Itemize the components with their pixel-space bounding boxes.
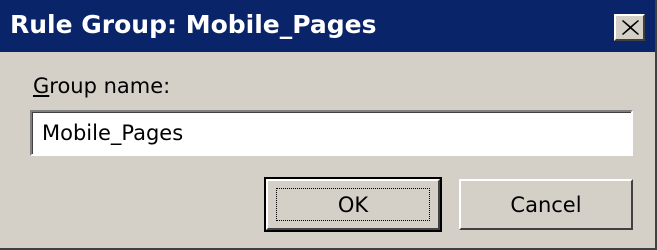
ok-button[interactable]: OK	[264, 177, 442, 232]
cancel-button-label: Cancel	[510, 192, 582, 217]
group-name-input[interactable]	[30, 110, 633, 156]
close-icon	[622, 20, 639, 35]
title-bar[interactable]: Rule Group: Mobile_Pages	[0, 0, 655, 52]
group-name-label-accelerator: G	[33, 74, 50, 98]
dialog-title: Rule Group: Mobile_Pages	[10, 10, 377, 39]
focus-rectangle	[276, 188, 430, 221]
group-name-label: Group name:	[33, 72, 170, 100]
cancel-button[interactable]: Cancel	[459, 179, 633, 230]
close-button[interactable]	[614, 14, 645, 41]
group-name-label-text: roup name:	[49, 74, 171, 98]
rule-group-dialog: Rule Group: Mobile_Pages Group name: OK …	[0, 0, 657, 250]
